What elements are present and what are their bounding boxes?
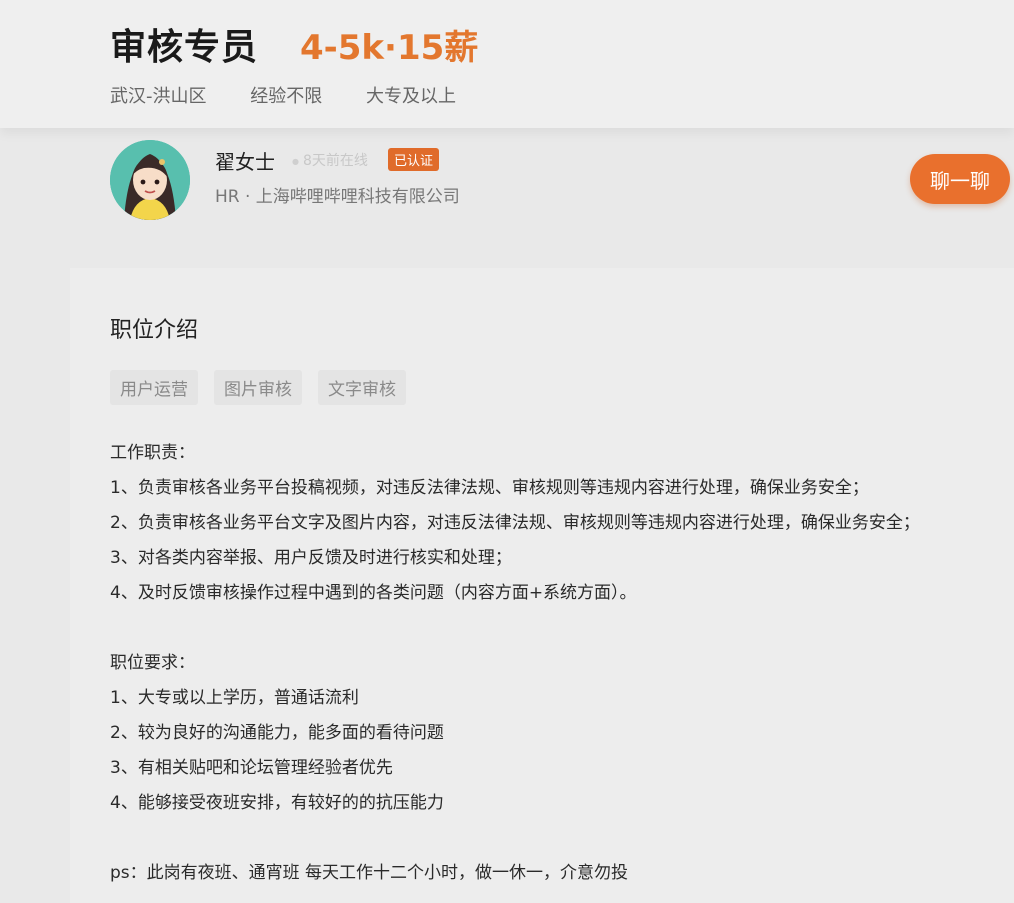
requirement-item: 2、较为良好的沟通能力，能多面的看待问题 [110, 723, 444, 743]
ps-note: ps：此岗有夜班、通宵班 每天工作十二个小时，做一休一，介意勿投 [110, 863, 629, 883]
duty-item: 2、负责审核各业务平台文字及图片内容，对违反法律法规、审核规则等违规内容进行处理… [110, 513, 920, 533]
recruiter-panel: 翟女士 8天前在线 已认证 HR · 上海哔哩哔哩科技有限公司 聊一聊 [0, 128, 1014, 248]
skill-tags: 用户运营 图片审核 文字审核 [110, 370, 406, 405]
salary: 4-5k·15薪 [300, 28, 479, 68]
job-location: 武汉-洪山区 [110, 86, 207, 107]
job-description-card: 职位介绍 用户运营 图片审核 文字审核 工作职责： 1、负责审核各业务平台投稿视… [70, 268, 1014, 903]
job-title: 审核专员 [110, 27, 259, 68]
duty-item: 3、对各类内容举报、用户反馈及时进行核实和处理； [110, 548, 512, 568]
requirement-item: 4、能够接受夜班安排，有较好的的抗压能力 [110, 793, 444, 813]
job-description-text: 工作职责： 1、负责审核各业务平台投稿视频，对违反法律法规、审核规则等违规内容进… [110, 436, 1000, 891]
verified-badge: 已认证 [388, 148, 440, 171]
duties-heading: 工作职责： [110, 443, 195, 463]
requirement-item: 1、大专或以上学历，普通话流利 [110, 688, 359, 708]
skill-tag[interactable]: 用户运营 [110, 370, 198, 405]
duty-item: 4、及时反馈审核操作过程中遇到的各类问题（内容方面+系统方面）。 [110, 583, 637, 603]
duty-item: 1、负责审核各业务平台投稿视频，对违反法律法规、审核规则等违规内容进行处理，确保… [110, 478, 869, 498]
skill-tag[interactable]: 图片审核 [214, 370, 302, 405]
avatar[interactable] [110, 140, 190, 220]
job-header: 审核专员 4-5k·15薪 武汉-洪山区 经验不限 大专及以上 [0, 0, 1014, 128]
requirement-item: 3、有相关贴吧和论坛管理经验者优先 [110, 758, 393, 778]
skill-tag[interactable]: 文字审核 [318, 370, 406, 405]
recruiter-company: HR · 上海哔哩哔哩科技有限公司 [215, 187, 460, 207]
section-title: 职位介绍 [110, 318, 199, 343]
requirements-heading: 职位要求： [110, 653, 195, 673]
job-meta: 武汉-洪山区 经验不限 大专及以上 [110, 82, 494, 108]
job-education: 大专及以上 [365, 86, 456, 107]
recruiter-name: 翟女士 [215, 150, 275, 174]
job-experience: 经验不限 [250, 86, 323, 107]
online-status: 8天前在线 [292, 150, 368, 170]
chat-button[interactable]: 聊一聊 [910, 154, 1010, 204]
